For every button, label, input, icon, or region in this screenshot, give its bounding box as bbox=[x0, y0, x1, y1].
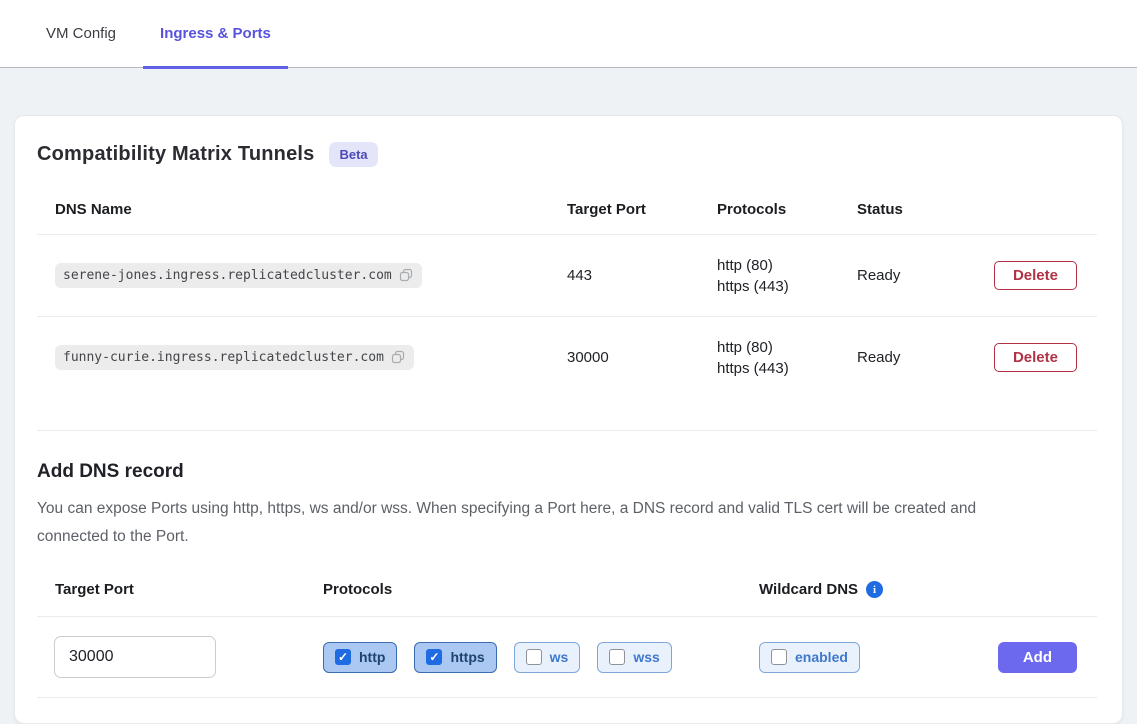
dns-name-text: funny-curie.ingress.replicatedcluster.co… bbox=[63, 350, 384, 365]
actions-cell: Delete bbox=[979, 261, 1097, 290]
dns-name-text: serene-jones.ingress.replicatedcluster.c… bbox=[63, 268, 392, 283]
table-header-row: DNS Name Target Port Protocols Status bbox=[37, 189, 1097, 234]
info-icon[interactable]: i bbox=[866, 581, 883, 598]
tab-bar: VM Config Ingress & Ports bbox=[0, 0, 1137, 68]
label-target-port: Target Port bbox=[37, 581, 323, 598]
target-port-field-cell bbox=[37, 636, 323, 678]
card-title: Compatibility Matrix Tunnels bbox=[37, 143, 314, 166]
col-header-protocols: Protocols bbox=[699, 201, 839, 218]
wildcard-dns-cell: ✓ enabled bbox=[759, 642, 997, 673]
checkmark-icon: ✓ bbox=[338, 651, 348, 663]
protocols-cell: http (80) https (443) bbox=[699, 337, 839, 379]
checkbox-icon: ✓ bbox=[526, 649, 542, 665]
delete-button[interactable]: Delete bbox=[994, 343, 1077, 372]
protocol-line: http (80) bbox=[717, 337, 839, 358]
beta-badge: Beta bbox=[329, 142, 377, 167]
wildcard-option-label: enabled bbox=[795, 649, 848, 665]
dns-name-cell: funny-curie.ingress.replicatedcluster.co… bbox=[37, 345, 549, 370]
add-dns-form-row: ✓ http ✓ https ✓ ws ✓ wss bbox=[37, 616, 1097, 698]
dns-name-pill: funny-curie.ingress.replicatedcluster.co… bbox=[55, 345, 414, 370]
tunnels-table: DNS Name Target Port Protocols Status se… bbox=[37, 189, 1097, 398]
wildcard-dns-label-text: Wildcard DNS bbox=[759, 581, 858, 598]
col-header-dns-name: DNS Name bbox=[37, 201, 549, 218]
protocol-option-label: ws bbox=[550, 649, 569, 665]
checkbox-icon: ✓ bbox=[335, 649, 351, 665]
tab-ingress-ports[interactable]: Ingress & Ports bbox=[143, 0, 288, 69]
checkbox-icon: ✓ bbox=[426, 649, 442, 665]
label-wildcard-dns: Wildcard DNS i bbox=[759, 581, 997, 598]
protocol-line: http (80) bbox=[717, 255, 839, 276]
protocol-checkbox-wss[interactable]: ✓ wss bbox=[597, 642, 671, 673]
delete-button[interactable]: Delete bbox=[994, 261, 1077, 290]
checkmark-icon: ✓ bbox=[429, 651, 439, 663]
protocol-checkbox-http[interactable]: ✓ http bbox=[323, 642, 397, 673]
protocol-checkbox-https[interactable]: ✓ https bbox=[414, 642, 496, 673]
col-header-status: Status bbox=[839, 201, 979, 218]
col-header-target-port: Target Port bbox=[549, 201, 699, 218]
status-cell: Ready bbox=[839, 349, 979, 366]
protocol-option-label: http bbox=[359, 649, 385, 665]
protocol-checkbox-ws[interactable]: ✓ ws bbox=[514, 642, 581, 673]
tab-vm-config[interactable]: VM Config bbox=[30, 0, 132, 69]
target-port-cell: 30000 bbox=[549, 349, 699, 366]
protocol-options-group: ✓ http ✓ https ✓ ws ✓ wss bbox=[323, 642, 759, 673]
copy-icon[interactable] bbox=[399, 268, 414, 283]
add-dns-title: Add DNS record bbox=[37, 461, 1097, 483]
status-cell: Ready bbox=[839, 267, 979, 284]
protocol-option-label: https bbox=[450, 649, 484, 665]
protocol-line: https (443) bbox=[717, 276, 839, 297]
card-title-row: Compatibility Matrix Tunnels Beta bbox=[37, 142, 1097, 167]
form-labels-row: Target Port Protocols Wildcard DNS i bbox=[37, 581, 1097, 598]
add-button-cell: Add bbox=[997, 642, 1097, 673]
target-port-input[interactable] bbox=[54, 636, 216, 678]
checkbox-icon: ✓ bbox=[771, 649, 787, 665]
dns-name-cell: serene-jones.ingress.replicatedcluster.c… bbox=[37, 263, 549, 288]
page-body: Compatibility Matrix Tunnels Beta DNS Na… bbox=[0, 68, 1137, 724]
actions-cell: Delete bbox=[979, 343, 1097, 372]
protocol-line: https (443) bbox=[717, 358, 839, 379]
protocols-cell: http (80) https (443) bbox=[699, 255, 839, 297]
add-dns-description: You can expose Ports using http, https, … bbox=[37, 495, 1047, 551]
add-button[interactable]: Add bbox=[998, 642, 1077, 673]
wildcard-enabled-checkbox[interactable]: ✓ enabled bbox=[759, 642, 860, 673]
label-protocols: Protocols bbox=[323, 581, 759, 598]
dns-name-pill: serene-jones.ingress.replicatedcluster.c… bbox=[55, 263, 422, 288]
add-dns-section: Add DNS record You can expose Ports usin… bbox=[37, 430, 1097, 698]
table-row: serene-jones.ingress.replicatedcluster.c… bbox=[37, 234, 1097, 316]
protocol-option-label: wss bbox=[633, 649, 659, 665]
target-port-cell: 443 bbox=[549, 267, 699, 284]
tunnels-card: Compatibility Matrix Tunnels Beta DNS Na… bbox=[14, 115, 1123, 724]
table-row: funny-curie.ingress.replicatedcluster.co… bbox=[37, 316, 1097, 398]
copy-icon[interactable] bbox=[391, 350, 406, 365]
checkbox-icon: ✓ bbox=[609, 649, 625, 665]
